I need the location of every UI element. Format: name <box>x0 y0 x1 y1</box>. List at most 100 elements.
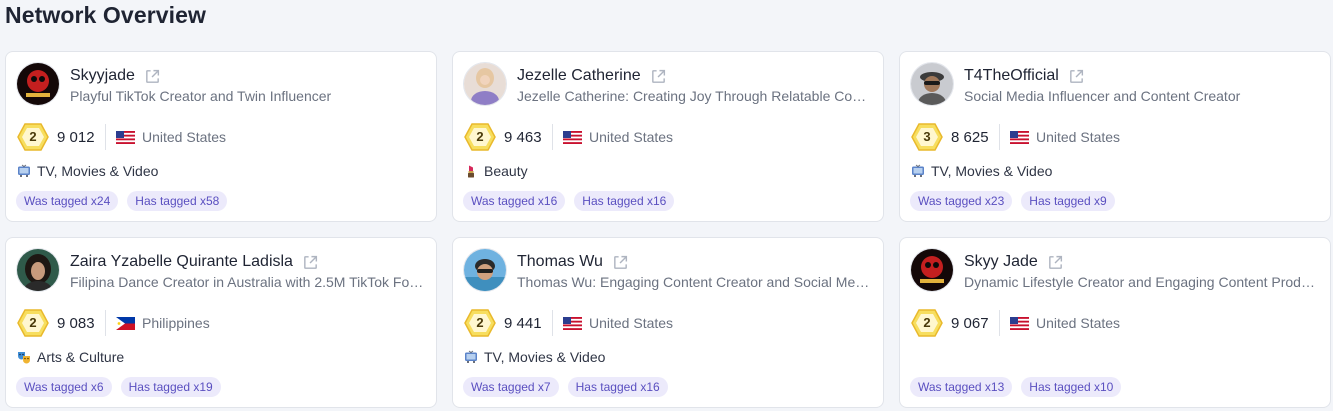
us-flag-icon <box>1010 316 1029 330</box>
has-tagged-badge[interactable]: Has tagged x9 <box>1021 191 1115 211</box>
score: 8 625 <box>951 128 989 146</box>
divider <box>999 124 1000 150</box>
creator-card[interactable]: Zaira Yzabelle Quirante Ladisla Filipina… <box>5 237 437 408</box>
avatar[interactable] <box>17 63 59 105</box>
divider <box>552 124 553 150</box>
stats-row: 2 9 463 United States <box>464 123 673 151</box>
avatar[interactable] <box>17 249 59 291</box>
rank-badge: 2 <box>17 309 49 337</box>
rank-number: 2 <box>29 129 37 144</box>
creator-name[interactable]: Skyy Jade <box>964 253 1038 271</box>
stats-row: 2 9 067 United States <box>911 309 1120 337</box>
divider <box>105 124 106 150</box>
us-flag-icon <box>563 130 582 144</box>
country: United States <box>589 315 674 331</box>
tag-list: Was tagged x6 Has tagged x19 <box>16 377 221 397</box>
tag-list: Was tagged x24 Has tagged x58 <box>16 191 228 211</box>
external-link-icon[interactable] <box>144 68 161 85</box>
category-label: Beauty <box>484 163 528 179</box>
score: 9 463 <box>504 128 542 146</box>
creator-description: Thomas Wu: Engaging Content Creator and … <box>517 274 873 290</box>
external-link-icon[interactable] <box>302 254 319 271</box>
lipstick-icon <box>468 165 474 178</box>
category: TV, Movies & Video <box>464 348 605 366</box>
was-tagged-badge[interactable]: Was tagged x13 <box>910 377 1013 397</box>
tag-list: Was tagged x23 Has tagged x9 <box>910 191 1115 211</box>
tag-list: Was tagged x13 Has tagged x10 <box>910 377 1122 397</box>
was-tagged-badge[interactable]: Was tagged x16 <box>463 191 566 211</box>
creator-description: Playful TikTok Creator and Twin Influenc… <box>70 88 332 104</box>
rank-badge: 2 <box>464 309 496 337</box>
rank-number: 2 <box>923 315 931 330</box>
has-tagged-badge[interactable]: Has tagged x58 <box>127 191 228 211</box>
divider <box>552 310 553 336</box>
avatar[interactable] <box>464 249 506 291</box>
creator-name[interactable]: Skyyjade <box>70 67 135 85</box>
rank-badge: 3 <box>911 123 943 151</box>
category: TV, Movies & Video <box>911 162 1052 180</box>
category-label: TV, Movies & Video <box>37 163 159 179</box>
us-flag-icon <box>563 316 582 330</box>
tv-icon <box>465 350 477 363</box>
rank-number: 2 <box>29 315 37 330</box>
rank-badge: 2 <box>464 123 496 151</box>
creator-name[interactable]: Jezelle Catherine <box>517 67 641 85</box>
has-tagged-badge[interactable]: Has tagged x16 <box>567 377 668 397</box>
country: United States <box>142 129 227 145</box>
creator-card[interactable]: Skyyjade Playful TikTok Creator and Twin… <box>5 51 437 222</box>
creator-name[interactable]: Thomas Wu <box>517 253 603 271</box>
category: Beauty <box>464 162 528 180</box>
rank-number: 2 <box>476 315 484 330</box>
external-link-icon[interactable] <box>1047 254 1064 271</box>
theater-masks-icon <box>18 352 30 364</box>
tv-icon <box>912 164 924 177</box>
avatar[interactable] <box>911 63 953 105</box>
creator-name[interactable]: T4TheOfficial <box>964 67 1059 85</box>
creator-description: Jezelle Catherine: Creating Joy Through … <box>517 88 873 104</box>
creator-card[interactable]: Thomas Wu Thomas Wu: Engaging Content Cr… <box>452 237 884 408</box>
external-link-icon[interactable] <box>612 254 629 271</box>
avatar[interactable] <box>911 249 953 291</box>
external-link-icon[interactable] <box>650 68 667 85</box>
category-label: TV, Movies & Video <box>931 163 1053 179</box>
page-title: Network Overview <box>5 2 207 28</box>
stats-row: 2 9 083 Philippines <box>17 309 210 337</box>
category: TV, Movies & Video <box>17 162 158 180</box>
rank-number: 3 <box>923 129 931 144</box>
creator-card[interactable]: T4TheOfficial Social Media Influencer an… <box>899 51 1331 222</box>
creator-card[interactable]: Skyy Jade Dynamic Lifestyle Creator and … <box>899 237 1331 408</box>
creator-grid: Skyyjade Playful TikTok Creator and Twin… <box>5 51 1331 408</box>
was-tagged-badge[interactable]: Was tagged x24 <box>16 191 119 211</box>
rank-badge: 2 <box>911 309 943 337</box>
creator-name[interactable]: Zaira Yzabelle Quirante Ladisla <box>70 253 293 271</box>
score: 9 012 <box>57 128 95 146</box>
score: 9 067 <box>951 314 989 332</box>
creator-description: Filipina Dance Creator in Australia with… <box>70 274 426 290</box>
has-tagged-badge[interactable]: Has tagged x10 <box>1021 377 1122 397</box>
divider <box>105 310 106 336</box>
has-tagged-badge[interactable]: Has tagged x19 <box>120 377 221 397</box>
ph-flag-icon <box>116 316 135 330</box>
stats-row: 2 9 012 United States <box>17 123 226 151</box>
divider <box>999 310 1000 336</box>
has-tagged-badge[interactable]: Has tagged x16 <box>574 191 675 211</box>
rank-badge: 2 <box>17 123 49 151</box>
tag-list: Was tagged x16 Has tagged x16 <box>463 191 675 211</box>
country: United States <box>589 129 674 145</box>
external-link-icon[interactable] <box>1068 68 1085 85</box>
category: Arts & Culture <box>17 348 124 366</box>
tag-list: Was tagged x7 Has tagged x16 <box>463 377 668 397</box>
creator-card[interactable]: Jezelle Catherine Jezelle Catherine: Cre… <box>452 51 884 222</box>
was-tagged-badge[interactable]: Was tagged x6 <box>16 377 112 397</box>
avatar[interactable] <box>464 63 506 105</box>
country: United States <box>1036 129 1121 145</box>
country: United States <box>1036 315 1121 331</box>
category-label: Arts & Culture <box>37 349 125 365</box>
was-tagged-badge[interactable]: Was tagged x23 <box>910 191 1013 211</box>
creator-description: Social Media Influencer and Content Crea… <box>964 88 1241 104</box>
score: 9 441 <box>504 314 542 332</box>
creator-description: Dynamic Lifestyle Creator and Engaging C… <box>964 274 1320 290</box>
category-label: TV, Movies & Video <box>484 349 606 365</box>
us-flag-icon <box>116 130 135 144</box>
was-tagged-badge[interactable]: Was tagged x7 <box>463 377 559 397</box>
